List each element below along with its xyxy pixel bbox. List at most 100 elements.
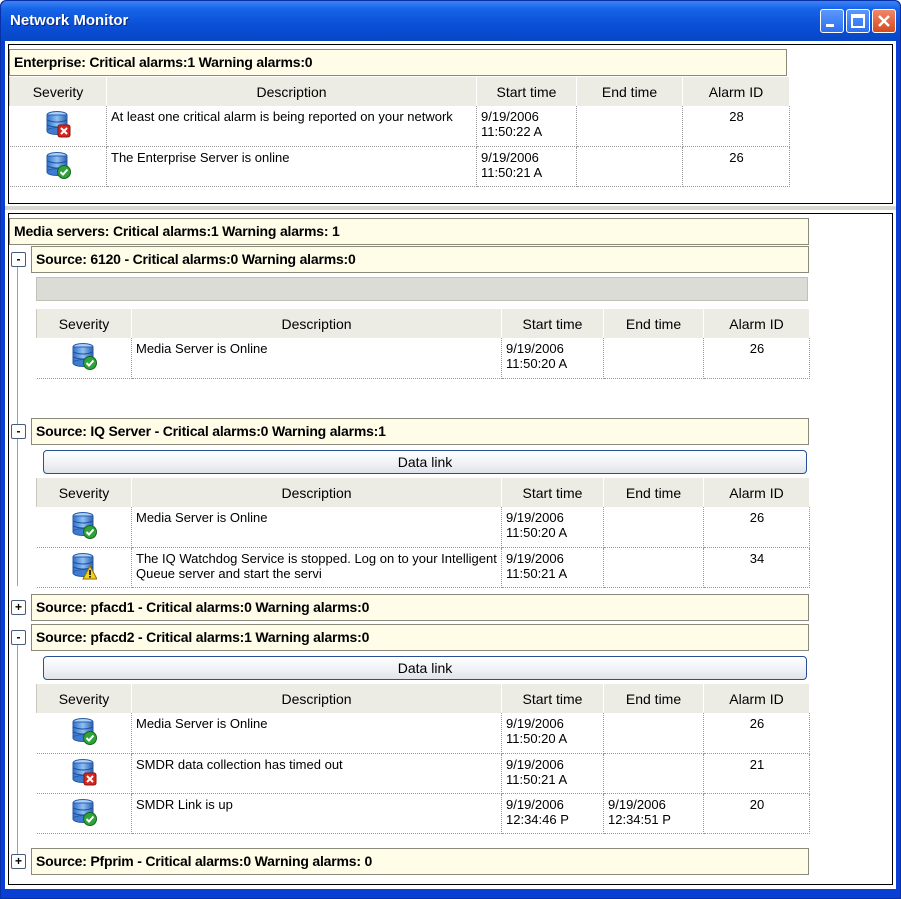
end-time-cell xyxy=(603,338,704,379)
table-header-row: Severity Description Start time End time… xyxy=(36,309,810,338)
maximize-icon xyxy=(851,14,865,28)
table-row[interactable]: The IQ Watchdog Service is stopped. Log … xyxy=(36,547,810,588)
column-header-start-time[interactable]: Start time xyxy=(501,309,604,338)
description-cell: SMDR Link is up xyxy=(131,793,502,834)
start-time-cell: 9/19/2006 11:50:21 A xyxy=(501,753,604,794)
title-bar[interactable]: Network Monitor xyxy=(1,1,900,41)
ok-server-icon xyxy=(72,798,97,826)
end-time-cell xyxy=(576,146,683,187)
start-date: 9/19/2006 xyxy=(481,109,539,124)
start-clock: 11:50:21 A xyxy=(506,565,568,581)
column-header-alarm-id[interactable]: Alarm ID xyxy=(703,684,810,713)
column-header-end-time[interactable]: End time xyxy=(576,77,683,106)
start-clock: 11:50:21 A xyxy=(481,164,543,180)
end-time-cell xyxy=(603,547,704,588)
end-time-cell xyxy=(603,507,704,548)
start-time-cell: 9/19/2006 11:50:22 A xyxy=(476,106,577,147)
table-row[interactable]: At least one critical alarm is being rep… xyxy=(9,106,790,147)
column-header-end-time[interactable]: End time xyxy=(603,478,704,507)
column-header-severity[interactable]: Severity xyxy=(9,77,107,106)
table-row[interactable]: Media Server is Online 9/19/2006 11:50:20… xyxy=(36,507,810,548)
alarm-table-6120: Severity Description Start time End time… xyxy=(36,309,810,379)
expand-toggle-pfprim[interactable]: + xyxy=(11,854,26,869)
ok-server-icon xyxy=(46,151,71,179)
column-header-end-time[interactable]: End time xyxy=(603,684,704,713)
alarm-table-iq-server: Severity Description Start time End time… xyxy=(36,478,810,588)
start-date: 9/19/2006 xyxy=(506,796,564,812)
table-row[interactable]: SMDR Link is up 9/19/2006 12:34:46 P 9/19… xyxy=(36,793,810,834)
column-header-description[interactable]: Description xyxy=(131,309,502,338)
table-row[interactable]: Media Server is Online 9/19/2006 11:50:20… xyxy=(36,338,810,379)
table-row[interactable]: Media Server is Online 9/19/2006 11:50:20… xyxy=(36,713,810,754)
severity-cell xyxy=(36,793,132,834)
column-header-start-time[interactable]: Start time xyxy=(501,478,604,507)
alarm-id-cell: 26 xyxy=(703,507,810,548)
end-time-cell xyxy=(576,106,683,147)
table-row[interactable]: SMDR data collection has timed out 9/19/… xyxy=(36,753,810,794)
enterprise-panel: Enterprise: Critical alarms:1 Warning al… xyxy=(8,44,893,204)
client-area: Enterprise: Critical alarms:1 Warning al… xyxy=(5,41,896,889)
start-date: 9/19/2006 xyxy=(506,510,564,525)
close-button[interactable] xyxy=(872,9,896,33)
table-header-row: Severity Description Start time End time… xyxy=(9,77,790,106)
column-header-severity[interactable]: Severity xyxy=(36,684,132,713)
start-date: 9/19/2006 xyxy=(506,550,564,566)
minimize-button[interactable] xyxy=(820,9,844,33)
end-time-cell xyxy=(603,713,704,754)
severity-cell xyxy=(9,146,107,187)
column-header-severity[interactable]: Severity xyxy=(36,309,132,338)
collapse-toggle-iq-server[interactable]: - xyxy=(11,424,26,439)
start-date: 9/19/2006 xyxy=(506,756,564,772)
network-monitor-window: Network Monitor Enterprise: Critical ala… xyxy=(0,0,901,899)
alarm-id-cell: 20 xyxy=(703,793,810,834)
severity-cell xyxy=(36,547,132,588)
start-time-cell: 9/19/2006 11:50:21 A xyxy=(501,547,604,588)
enterprise-header: Enterprise: Critical alarms:1 Warning al… xyxy=(9,49,787,76)
column-header-start-time[interactable]: Start time xyxy=(501,684,604,713)
ok-server-icon xyxy=(72,512,97,539)
severity-cell xyxy=(36,338,132,379)
column-header-alarm-id[interactable]: Alarm ID xyxy=(703,309,810,338)
column-header-end-time[interactable]: End time xyxy=(603,309,704,338)
data-link-button-pfacd2[interactable]: Data link xyxy=(43,656,807,680)
severity-cell xyxy=(36,507,132,548)
maximize-button[interactable] xyxy=(846,9,870,33)
column-header-description[interactable]: Description xyxy=(106,77,477,106)
column-header-alarm-id[interactable]: Alarm ID xyxy=(703,478,810,507)
column-header-description[interactable]: Description xyxy=(131,478,502,507)
enterprise-alarm-table: Severity Description Start time End time… xyxy=(9,77,790,187)
column-header-start-time[interactable]: Start time xyxy=(476,77,577,106)
column-header-alarm-id[interactable]: Alarm ID xyxy=(682,77,790,106)
warning-server-icon xyxy=(72,552,98,579)
collapse-toggle-pfacd2[interactable]: - xyxy=(11,630,26,645)
column-header-severity[interactable]: Severity xyxy=(36,478,132,507)
start-clock: 11:50:20 A xyxy=(506,731,568,746)
description-cell: Media Server is Online xyxy=(131,713,502,754)
window-title: Network Monitor xyxy=(10,12,129,29)
start-clock: 11:50:22 A xyxy=(481,124,543,139)
description-cell: The Enterprise Server is online xyxy=(106,146,477,187)
description-cell: The IQ Watchdog Service is stopped. Log … xyxy=(131,547,502,588)
end-time-cell xyxy=(603,753,704,794)
critical-server-icon xyxy=(72,758,97,785)
description-cell: At least one critical alarm is being rep… xyxy=(106,106,477,147)
start-time-cell: 9/19/2006 11:50:20 A xyxy=(501,338,604,379)
table-header-row: Severity Description Start time End time… xyxy=(36,478,810,507)
minimize-icon xyxy=(826,24,834,27)
table-row[interactable]: The Enterprise Server is online 9/19/200… xyxy=(9,146,790,187)
table-header-row: Severity Description Start time End time… xyxy=(36,684,810,713)
start-date: 9/19/2006 xyxy=(506,716,564,731)
alarm-table-pfacd2: Severity Description Start time End time… xyxy=(36,684,810,834)
source-header-6120: Source: 6120 - Critical alarms:0 Warning… xyxy=(31,246,809,273)
column-header-description[interactable]: Description xyxy=(131,684,502,713)
alarm-id-cell: 26 xyxy=(703,713,810,754)
start-clock: 11:50:20 A xyxy=(506,525,568,540)
start-clock: 11:50:20 A xyxy=(506,356,568,371)
start-date: 9/19/2006 xyxy=(481,149,539,165)
expand-toggle-pfacd1[interactable]: + xyxy=(11,600,26,615)
panel-splitter[interactable] xyxy=(5,206,896,210)
start-clock: 11:50:21 A xyxy=(506,771,568,787)
collapse-toggle-6120[interactable]: - xyxy=(11,252,26,267)
data-link-button-iq-server[interactable]: Data link xyxy=(43,450,807,474)
media-servers-header: Media servers: Critical alarms:1 Warning… xyxy=(9,218,809,245)
